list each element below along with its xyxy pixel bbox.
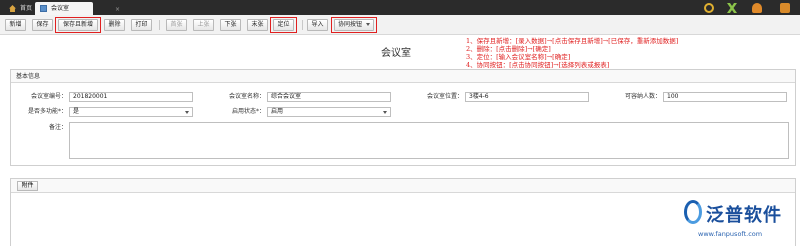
room-no-label: 会议室编号： bbox=[30, 93, 67, 100]
import-button[interactable]: 导入 bbox=[307, 19, 328, 31]
collaboration-button[interactable]: 协同按钮 bbox=[334, 19, 374, 31]
top-tab-bar: 首页 会议室 × bbox=[0, 0, 800, 15]
print-button[interactable]: 打印 bbox=[131, 19, 152, 31]
logo-mark-icon bbox=[684, 200, 702, 224]
status-select[interactable]: 启用 bbox=[267, 107, 391, 117]
tab-meeting-room-label: 会议室 bbox=[51, 5, 70, 12]
first-record-button[interactable]: 首张 bbox=[166, 19, 187, 31]
chevron-down-icon bbox=[366, 23, 370, 26]
attachment-header: 附件 bbox=[11, 179, 795, 193]
capacity-input[interactable]: 100 bbox=[663, 92, 787, 102]
delete-button[interactable]: 删除 bbox=[104, 19, 125, 31]
note-line: 4、协同按钮：[点击协同按钮]→[选择列表或报表] bbox=[466, 61, 610, 69]
previous-record-button[interactable]: 上张 bbox=[193, 19, 214, 31]
attachment-button[interactable]: 附件 bbox=[17, 181, 38, 191]
instruction-notes: 1、保存且新增：[录入数据]→[点击保存且新增]→[已保存，重新添加数据] 2、… bbox=[466, 37, 796, 69]
note-line: 1、保存且新增：[录入数据]→[点击保存且新增]→[已保存，重新添加数据] bbox=[466, 37, 679, 45]
page-title: 会议室 bbox=[381, 48, 411, 59]
toolbar-divider bbox=[159, 20, 160, 30]
status-select-value: 启用 bbox=[271, 108, 284, 115]
save-button[interactable]: 保存 bbox=[32, 19, 53, 31]
room-name-label: 会议室名称： bbox=[228, 93, 265, 100]
basic-info-panel: 基本信息 会议室编号： 201820001 会议室名称： 综合会议室 会议室位置… bbox=[10, 69, 796, 166]
fullscreen-icon[interactable] bbox=[727, 3, 737, 13]
brand-logo: 泛普软件 www.fanpusoft.com bbox=[676, 196, 800, 246]
tab-meeting-room[interactable]: 会议室 × bbox=[35, 2, 120, 15]
top-icon-group bbox=[692, 3, 792, 13]
search-icon[interactable] bbox=[704, 3, 714, 13]
add-button[interactable]: 新增 bbox=[5, 19, 26, 31]
note-line: 2、删除：[点击删除]→[确定] bbox=[466, 45, 551, 53]
location-input[interactable]: 3楼4-6 bbox=[465, 92, 589, 102]
capacity-label: 可容纳人数： bbox=[624, 93, 661, 100]
save-and-new-button[interactable]: 保存且新增 bbox=[58, 19, 98, 31]
room-name-input[interactable]: 综合会议室 bbox=[267, 92, 391, 102]
section-header: 基本信息 bbox=[11, 70, 795, 83]
multimedia-select-value: 是 bbox=[73, 108, 80, 115]
room-no-input[interactable]: 201820001 bbox=[69, 92, 193, 102]
logo-url: www.fanpusoft.com bbox=[698, 230, 763, 238]
last-record-button[interactable]: 末张 bbox=[247, 19, 268, 31]
note-line: 3、定位：[输入会议室名称]→[确定] bbox=[466, 53, 571, 61]
status-label: 启用状态*： bbox=[231, 108, 265, 115]
toolbar: 新增 保存 保存且新增 删除 打印 首张 上张 下张 末张 定位 导入 协同按钮 bbox=[0, 15, 800, 35]
tab-home[interactable]: 首页 bbox=[4, 2, 34, 15]
multimedia-select[interactable]: 是 bbox=[69, 107, 193, 117]
toolbar-divider bbox=[302, 20, 303, 30]
next-record-button[interactable]: 下张 bbox=[220, 19, 241, 31]
document-icon bbox=[40, 5, 47, 12]
chevron-down-icon bbox=[383, 111, 387, 114]
multimedia-label: 是否多功能*： bbox=[27, 108, 67, 115]
remark-textarea[interactable] bbox=[69, 122, 789, 159]
tab-home-label: 首页 bbox=[20, 5, 33, 12]
location-label: 会议室位置： bbox=[426, 93, 463, 100]
collaboration-button-label: 协同按钮 bbox=[338, 22, 363, 28]
chevron-down-icon bbox=[185, 111, 189, 114]
logo-name: 泛普软件 bbox=[706, 205, 782, 226]
home-icon bbox=[9, 5, 16, 12]
user-icon[interactable] bbox=[752, 3, 762, 13]
locate-button[interactable]: 定位 bbox=[273, 19, 294, 31]
remark-label: 备注： bbox=[48, 124, 67, 131]
settings-icon[interactable] bbox=[780, 3, 790, 13]
